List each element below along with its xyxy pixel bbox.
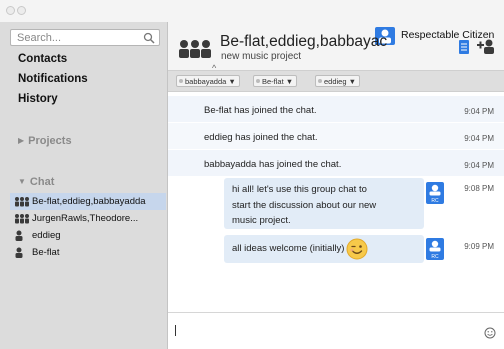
system-message: Be-flat has joined the chat. 9:04 PM [168,96,504,122]
search-icon[interactable] [143,31,155,49]
chat-message-bubble: hi all! let's use this group chat to sta… [224,178,424,229]
emoji-picker-icon[interactable] [484,326,496,344]
message-list[interactable]: Be-flat has joined the chat. 9:04 PM edd… [168,92,504,312]
chat-item-label: eddieg [32,230,61,241]
chat-item-beflat[interactable]: Be-flat [10,244,166,261]
group-icon [14,196,30,210]
participant-tag-beflat[interactable]: Be-flat ▼ [253,75,298,87]
nav-history[interactable]: History [18,93,58,105]
person-icon [14,230,24,244]
system-message: eddieg has joined the chat. 9:04 PM [168,123,504,149]
minimize-window-button[interactable] [17,6,26,15]
status-dot-icon [318,79,322,83]
group-chat-icon [178,39,212,64]
sender-avatar-icon[interactable]: RC [426,182,444,204]
chat-item-label: JurgenRawls,Theodore... [32,213,139,224]
nav-notifications[interactable]: Notifications [18,73,88,85]
chat-item-label: Be-flat [32,247,60,258]
expand-right-icon: ▶ [18,136,25,145]
participant-tag-eddieg[interactable]: eddieg ▼ [315,75,361,87]
chat-section[interactable]: ▼ Chat [18,176,54,188]
chat-label: Chat [29,176,55,188]
nav-contacts[interactable]: Contacts [18,53,67,65]
message-time: 9:09 PM [464,242,494,251]
text-cursor [175,325,176,336]
sender-avatar-icon[interactable]: RC [426,238,444,260]
projects-label: Projects [28,135,72,147]
add-user-icon[interactable] [477,38,495,59]
sidebar: Search... Contacts Notifications History… [0,22,168,349]
projects-section[interactable]: ▶ Projects [18,135,72,147]
group-icon [14,213,30,227]
chat-item-eddieg[interactable]: eddieg [10,227,166,244]
message-input[interactable] [168,312,504,349]
chat-item-group-beflat[interactable]: Be-flat,eddieg,babbayadda [10,193,166,210]
collapse-down-icon: ▼ [18,177,26,186]
chat-message-bubble: all ideas welcome (initially) [224,235,424,263]
svg-text:RC: RC [431,198,439,204]
system-message: babbayadda has joined the chat. 9:04 PM [168,150,504,176]
status-dot-icon [256,79,260,83]
participants-bar: babbayadda ▼ Be-flat ▼ eddieg ▼ [168,70,504,92]
svg-text:RC: RC [431,254,439,260]
title-bar [0,0,504,22]
participant-tag-babbayadda[interactable]: babbayadda ▼ [176,75,240,87]
document-icon[interactable] [459,40,469,59]
chat-title: Be-flat,eddieg,babbayac [220,33,388,50]
chat-item-label: Be-flat,eddieg,babbayadda [32,196,146,207]
close-window-button[interactable] [6,6,15,15]
status-dot-icon [179,79,183,83]
search-input[interactable]: Search... [17,32,61,44]
message-time: 9:08 PM [464,184,494,193]
app-window: Search... Contacts Notifications History… [0,0,504,349]
chat-item-group-jurgen[interactable]: JurgenRawls,Theodore... [10,210,166,227]
wink-emoji-icon [346,238,368,265]
chat-subtitle: new music project [221,51,302,62]
search-box[interactable]: Search... [10,29,160,46]
person-icon [14,247,24,261]
